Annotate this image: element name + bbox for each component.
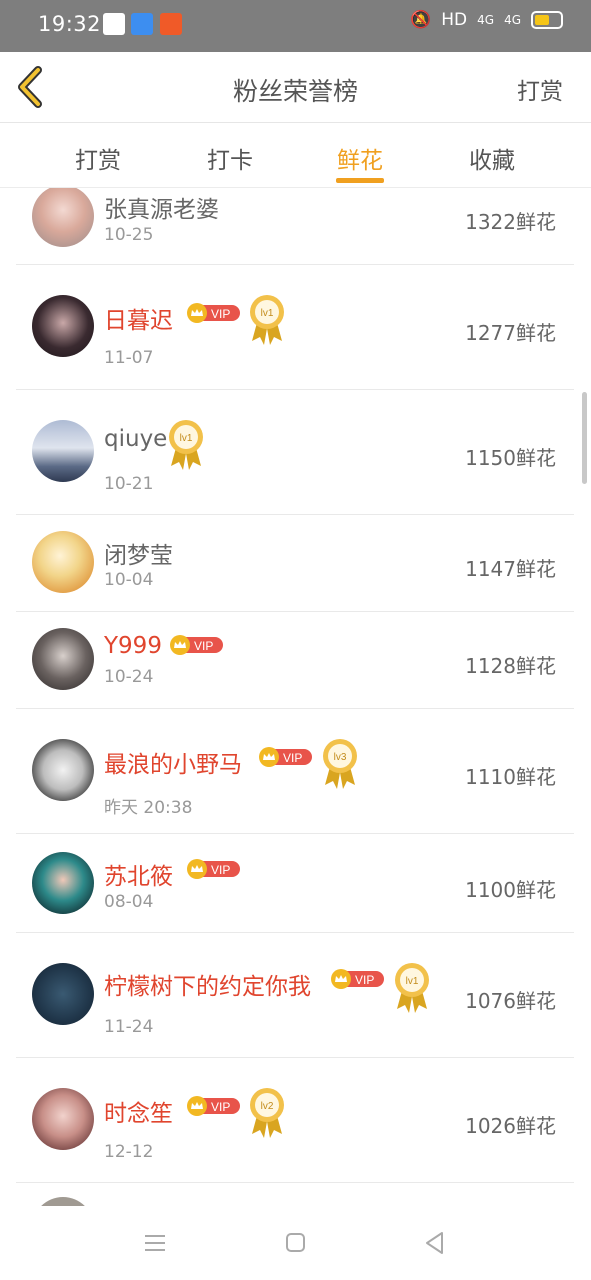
avatar	[32, 420, 94, 482]
level-text: lv1	[180, 433, 193, 444]
flower-count: 1100鲜花	[465, 878, 556, 902]
video-app-icon	[160, 13, 182, 35]
flower-count: 1150鲜花	[465, 446, 556, 470]
status-time: 19:32	[38, 12, 102, 36]
status-bar: 19:32 🔕 HD 4G 4G	[0, 0, 591, 52]
list-item[interactable]: 闭梦莹 10-04 1147鲜花	[16, 515, 574, 612]
list-item[interactable]: 苏北筱 VIP 08-04 1100鲜花	[16, 834, 574, 933]
level-text: lv1	[261, 308, 274, 319]
vip-text: VIP	[211, 863, 230, 877]
avatar	[32, 628, 94, 690]
flower-count: 1110鲜花	[465, 765, 556, 789]
avatar	[32, 188, 94, 247]
user-date: 11-07	[104, 348, 154, 368]
user-name: 最浪的小野马	[104, 752, 242, 778]
signal-icon-1: 4G	[477, 13, 495, 27]
list-item[interactable]: 柠檬树下的约定你我 VIP lv1 11-24 1076鲜花	[16, 933, 574, 1058]
square-icon[interactable]	[280, 1228, 310, 1258]
vip-badge: VIP	[187, 1096, 240, 1116]
vip-text: VIP	[211, 307, 230, 321]
cloud-app-icon	[131, 13, 153, 35]
user-name: 柠檬树下的约定你我	[104, 974, 311, 1000]
level-medal-icon: lv1	[395, 963, 429, 1013]
mute-bell-icon: 🔕	[410, 10, 432, 30]
user-name: 时念笙	[104, 1101, 173, 1127]
tab-bar: 打赏 打卡 鲜花 收藏	[0, 123, 591, 188]
tab-flowers[interactable]: 鲜花	[315, 141, 405, 175]
vip-badge: VIP	[331, 969, 384, 989]
vip-text: VIP	[194, 639, 213, 653]
vip-text: VIP	[355, 973, 374, 987]
scrollbar[interactable]	[582, 392, 587, 484]
user-name: 闭梦莹	[104, 543, 173, 569]
system-nav-bar	[0, 1206, 591, 1280]
list-item[interactable]: qiuye lv1 10-21 1150鲜花	[16, 390, 574, 515]
battery-icon	[531, 11, 563, 29]
tab-checkin[interactable]: 打卡	[185, 141, 275, 175]
status-indicators: 🔕 HD 4G 4G	[410, 10, 563, 30]
menu-icon[interactable]	[140, 1228, 170, 1258]
flower-count: 1128鲜花	[465, 654, 556, 678]
avatar	[32, 1197, 94, 1206]
vip-badge: VIP	[170, 635, 223, 655]
vip-text: VIP	[283, 751, 302, 765]
notification-app-icon	[103, 13, 125, 35]
list-item[interactable]: 时念笙 VIP lv2 12-12 1026鲜花	[16, 1058, 574, 1183]
list-item[interactable]	[16, 1183, 574, 1206]
list-item[interactable]: Y999 VIP 10-24 1128鲜花	[16, 612, 574, 709]
title-bar: 粉丝荣誉榜 打赏	[0, 52, 591, 123]
user-name: 苏北筱	[104, 864, 173, 890]
level-medal-icon: lv1	[169, 420, 203, 470]
user-date: 10-04	[104, 570, 154, 590]
list-item[interactable]: 最浪的小野马 VIP lv3 昨天 20:38 1110鲜花	[16, 709, 574, 834]
vip-badge: VIP	[259, 747, 312, 767]
vip-text: VIP	[211, 1100, 230, 1114]
user-date: 10-21	[104, 474, 154, 494]
user-date: 11-24	[104, 1017, 154, 1037]
vip-badge: VIP	[187, 303, 240, 323]
level-text: lv3	[334, 752, 347, 763]
flower-count: 1026鲜花	[465, 1114, 556, 1138]
signal-icon-2: 4G	[504, 13, 521, 27]
level-text: lv1	[406, 976, 419, 987]
flower-count: 1322鲜花	[465, 210, 556, 234]
avatar	[32, 295, 94, 357]
user-name: 日暮迟	[104, 308, 173, 334]
page-title: 粉丝荣誉榜	[232, 77, 358, 106]
list-item[interactable]: 张真源老婆 10-25 1322鲜花	[16, 188, 574, 265]
flower-count: 1277鲜花	[465, 321, 556, 345]
tab-favorites[interactable]: 收藏	[447, 141, 537, 175]
user-date: 12-12	[104, 1142, 154, 1162]
tab-tip[interactable]: 打赏	[53, 141, 143, 175]
fan-ranking-list: 张真源老婆 10-25 1322鲜花 日暮迟 VIP lv1 11-07 127…	[0, 188, 591, 1206]
level-medal-icon: lv2	[250, 1088, 284, 1138]
hd-label: HD	[441, 10, 468, 30]
tip-button[interactable]: 打赏	[517, 72, 563, 106]
triangle-back-icon[interactable]	[420, 1228, 450, 1258]
user-name: 张真源老婆	[104, 197, 219, 223]
user-date: 10-25	[104, 225, 154, 245]
flower-count: 1076鲜花	[465, 989, 556, 1013]
user-date: 08-04	[104, 892, 154, 912]
avatar	[32, 531, 94, 593]
flower-count: 1147鲜花	[465, 557, 556, 581]
user-name: qiuye	[104, 426, 168, 452]
user-date: 昨天 20:38	[104, 798, 193, 818]
user-name: Y999	[104, 633, 162, 659]
level-text: lv2	[261, 1101, 274, 1112]
avatar	[32, 852, 94, 914]
avatar	[32, 1088, 94, 1150]
list-item[interactable]: 日暮迟 VIP lv1 11-07 1277鲜花	[16, 265, 574, 390]
level-medal-icon: lv3	[323, 739, 357, 789]
active-tab-indicator	[336, 178, 384, 183]
avatar	[32, 963, 94, 1025]
level-medal-icon: lv1	[250, 295, 284, 345]
user-date: 10-24	[104, 667, 154, 687]
avatar	[32, 739, 94, 801]
vip-badge: VIP	[187, 859, 240, 879]
